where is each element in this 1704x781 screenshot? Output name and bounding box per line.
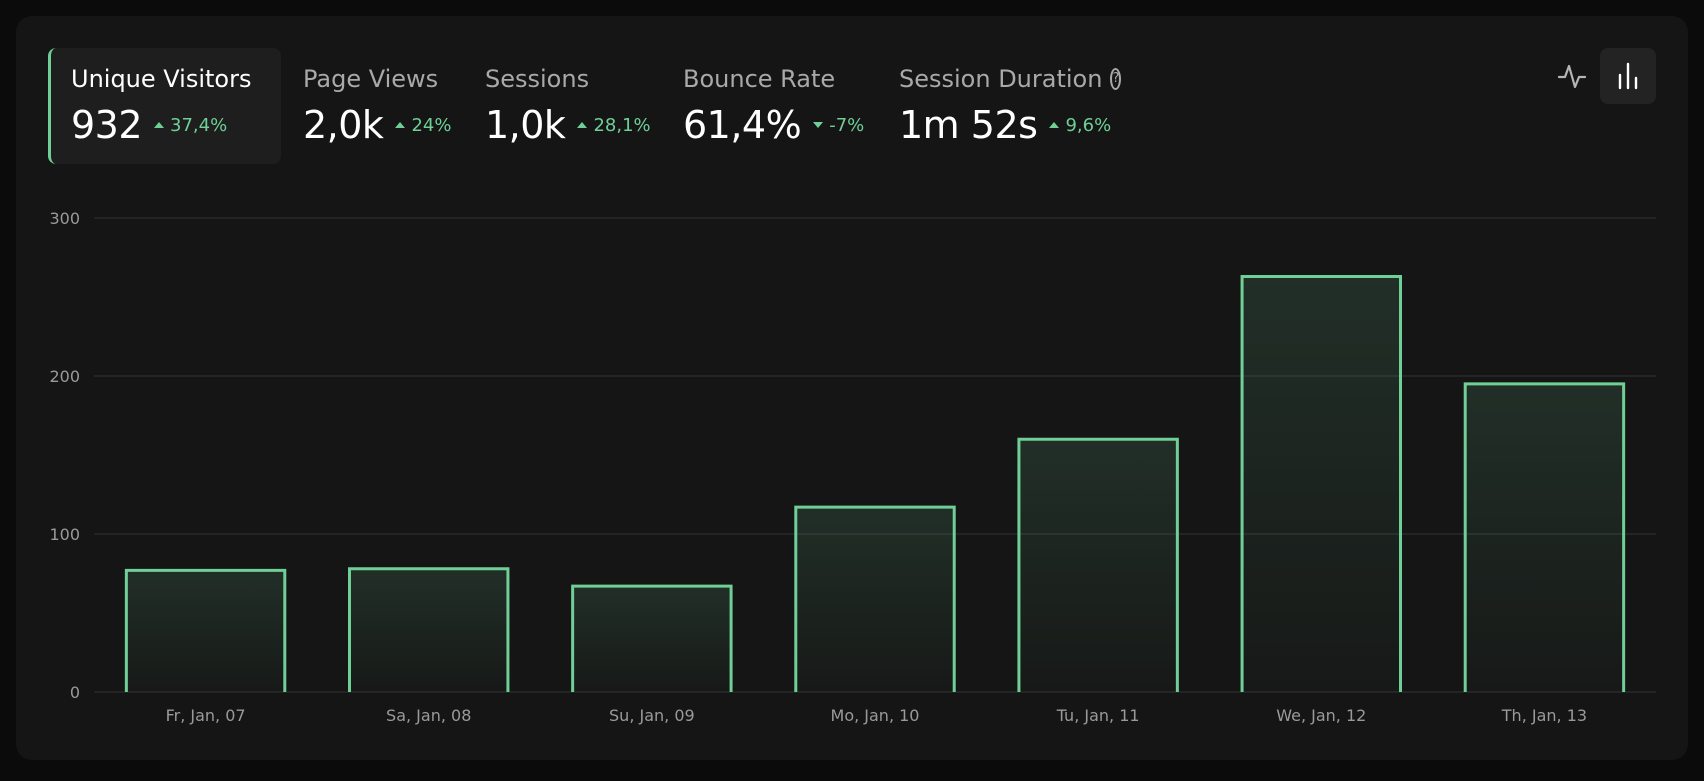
bar[interactable]	[795, 507, 955, 692]
bars	[124, 274, 1626, 692]
bar[interactable]	[1465, 383, 1624, 692]
x-tick-label: Mo, Jan, 10	[831, 706, 920, 725]
x-tick-label: Su, Jan, 09	[609, 706, 695, 725]
analytics-card: Unique Visitors 932 37,4% Page Views 2,0…	[16, 16, 1688, 760]
y-axis: 0 100 200 300	[49, 209, 80, 702]
x-tick-label: Tu, Jan, 11	[1056, 706, 1140, 725]
bar[interactable]	[349, 568, 508, 692]
y-tick-label: 0	[70, 683, 80, 702]
x-tick-label: Sa, Jan, 08	[386, 706, 471, 725]
x-tick-label: We, Jan, 12	[1276, 706, 1366, 725]
bar[interactable]	[572, 586, 732, 692]
y-tick-label: 300	[49, 209, 80, 228]
bar[interactable]	[126, 570, 285, 692]
x-tick-label: Fr, Jan, 07	[166, 706, 246, 725]
y-tick-label: 200	[49, 367, 80, 386]
y-tick-label: 100	[49, 525, 80, 544]
x-axis: Fr, Jan, 07 Sa, Jan, 08 Su, Jan, 09 Mo, Jan…	[166, 706, 1587, 725]
x-tick-label: Th, Jan, 13	[1501, 706, 1587, 725]
bar-chart: 0 100 200 300 Fr, Jan, 07 Sa, Jan, 08 Su, Jan…	[49, 209, 1656, 725]
bar[interactable]	[1018, 439, 1178, 692]
bar[interactable]	[1242, 276, 1401, 692]
